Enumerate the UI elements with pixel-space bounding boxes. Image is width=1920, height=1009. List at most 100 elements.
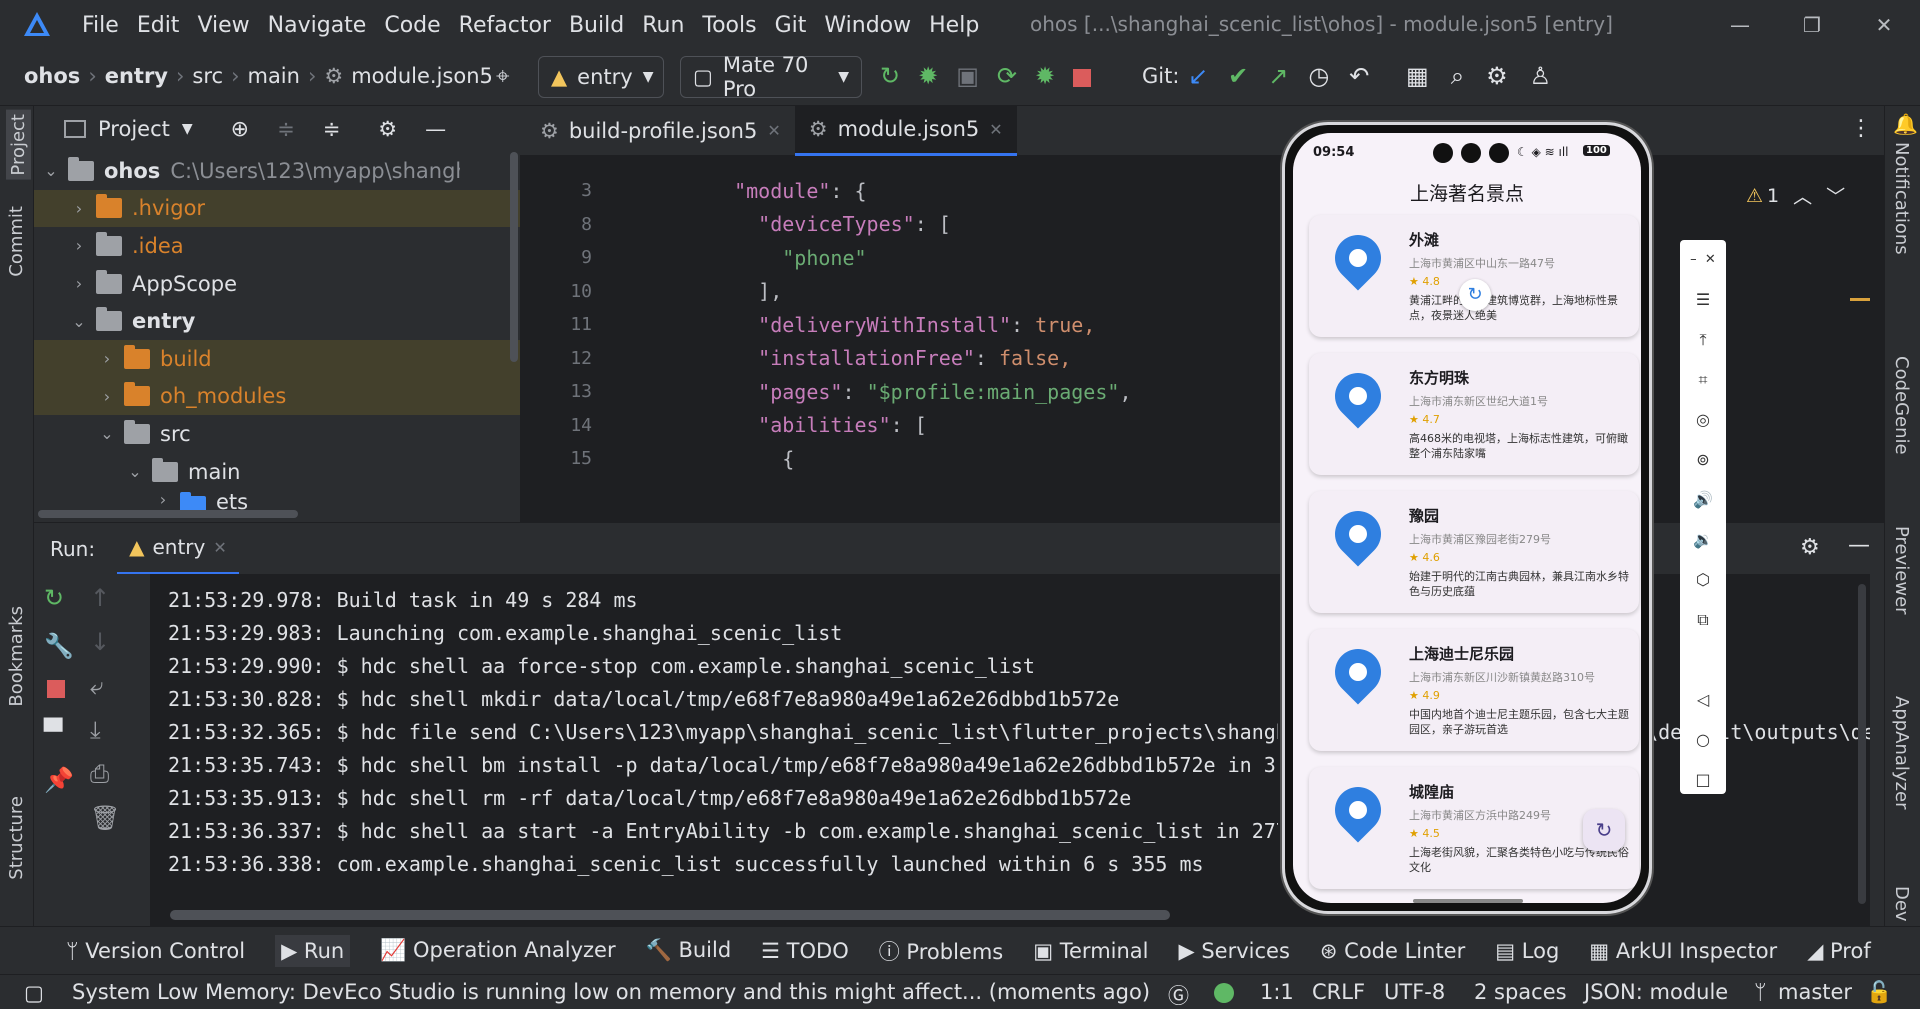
tree-row-idea[interactable]: › .idea	[34, 227, 520, 265]
options-gear-icon[interactable]: ⚙	[378, 117, 397, 141]
console-h-scrollbar[interactable]	[170, 910, 1170, 920]
run-tab-entry[interactable]: ▲ entry ✕	[117, 523, 239, 575]
breadcrumb-src[interactable]: src	[192, 64, 223, 88]
tree-row-root[interactable]: ⌄ ohos C:\Users\123\myapp\shanghai_sc	[34, 152, 520, 190]
git-push-icon[interactable]: ↗	[1268, 62, 1288, 90]
menu-edit[interactable]: Edit	[137, 13, 180, 38]
tree-h-scrollbar[interactable]	[38, 510, 298, 518]
layout-icon[interactable]: ▀	[44, 718, 74, 746]
close-tab-icon[interactable]: ✕	[213, 538, 226, 557]
history-icon[interactable]: ◷	[1308, 62, 1329, 90]
rollback-icon[interactable]: ↶	[1349, 62, 1369, 90]
breadcrumb-file[interactable]: module.json5	[351, 64, 493, 88]
git-update-icon[interactable]: ↙	[1188, 62, 1208, 90]
terminal-button[interactable]: ▣ Terminal	[1033, 939, 1148, 963]
print-icon[interactable]: ⎙	[90, 760, 120, 788]
menu-git[interactable]: Git	[775, 13, 807, 38]
chevron-right-icon[interactable]: ›	[100, 387, 114, 406]
commit-tool-tab[interactable]: Commit	[6, 206, 27, 277]
menu-run[interactable]: Run	[642, 13, 684, 38]
project-view-select[interactable]: Project	[98, 117, 170, 141]
codegenie-status-icon[interactable]: Ⓖ	[1168, 980, 1189, 1009]
breadcrumb-ohos[interactable]: ohos	[24, 64, 80, 88]
volume-up-icon[interactable]: 🔊	[1680, 480, 1726, 520]
tree-row-main[interactable]: ⌄ main	[34, 453, 520, 491]
tab-build-profile[interactable]: ⚙ build-profile.json5 ✕	[526, 106, 795, 156]
stop-icon[interactable]	[47, 680, 65, 698]
emulator-minimize-close-icon[interactable]: – ✕	[1680, 240, 1726, 280]
device-select[interactable]: ▢ Mate 70 Pro ▼	[680, 53, 862, 101]
restore-icon[interactable]: ❐	[1776, 13, 1848, 37]
tab-module-json5[interactable]: ⚙ module.json5 ✕	[794, 105, 1017, 156]
indent-setting[interactable]: 2 spaces	[1474, 980, 1567, 1004]
console-v-scrollbar[interactable]	[1858, 584, 1866, 904]
file-type[interactable]: JSON: module	[1584, 980, 1728, 1004]
chevron-down-icon[interactable]: ▼	[182, 121, 193, 137]
caret-position[interactable]: 1:1	[1260, 980, 1294, 1004]
hide-panel-icon[interactable]: —	[425, 117, 446, 141]
git-branch[interactable]: master	[1778, 980, 1852, 1004]
locate-icon[interactable]: ⌖	[496, 62, 510, 90]
apply-changes-icon[interactable]: ⟳	[997, 62, 1017, 90]
chevron-down-icon[interactable]: ⌄	[128, 462, 142, 481]
account-icon[interactable]: ♙	[1530, 62, 1552, 90]
menu-build[interactable]: Build	[569, 13, 624, 38]
notifications-tool-tab[interactable]: Notifications	[1891, 142, 1912, 255]
tree-row-hvigor[interactable]: › .hvigor	[34, 189, 520, 228]
arrow-up-icon[interactable]: ↑	[90, 584, 120, 612]
stop-icon[interactable]	[1073, 68, 1092, 87]
close-tab-icon[interactable]: ✕	[989, 120, 1002, 139]
recents-icon[interactable]: □	[1680, 760, 1726, 800]
chevron-right-icon[interactable]: ›	[72, 236, 86, 255]
lock-icon[interactable]: 🔓	[1866, 980, 1892, 1005]
back-icon[interactable]: ◁	[1680, 680, 1726, 720]
close-tab-icon[interactable]: ✕	[767, 121, 780, 140]
menu-file[interactable]: File	[82, 13, 119, 38]
previewer-tool-tab[interactable]: Previewer	[1891, 526, 1912, 615]
scenic-card[interactable]: 东方明珠 上海市浦东新区世纪大道1号 ★ 4.7 高468米的电视塔，上海标志性…	[1309, 353, 1639, 475]
device-tool-tab[interactable]: Dev	[1891, 886, 1912, 926]
search-icon[interactable]: ⌕	[1451, 62, 1464, 90]
home-indicator[interactable]	[1413, 899, 1523, 903]
rotate-icon[interactable]: ◎	[1680, 400, 1726, 440]
profiler-button[interactable]: ◢ Prof	[1807, 939, 1871, 963]
build-tool-button[interactable]: 🔨 Build	[646, 938, 732, 963]
breadcrumb-entry[interactable]: entry	[105, 64, 168, 88]
crop-icon[interactable]: ⌗	[1680, 360, 1726, 400]
git-commit-icon[interactable]: ✔	[1228, 62, 1248, 90]
tree-row-src[interactable]: ⌄ src	[34, 415, 520, 453]
file-encoding[interactable]: UTF-8	[1384, 980, 1445, 1004]
arkui-inspector-button[interactable]: ▦ ArkUI Inspector	[1589, 939, 1777, 963]
bookmarks-tool-tab[interactable]: Bookmarks	[6, 606, 27, 707]
pin-icon[interactable]: 📌	[44, 766, 74, 794]
menu-code[interactable]: Code	[384, 13, 440, 38]
menu-help[interactable]: Help	[929, 13, 979, 38]
chevron-right-icon[interactable]: ›	[156, 490, 170, 509]
tree-row-oh-modules[interactable]: › oh_modules	[34, 377, 520, 416]
run-settings-gear-icon[interactable]: ⚙	[1800, 535, 1820, 560]
operation-analyzer-button[interactable]: 📈 Operation Analyzer	[380, 938, 615, 963]
log-button[interactable]: ▤ Log	[1495, 939, 1559, 963]
tree-row-appscope[interactable]: › AppScope	[34, 265, 520, 303]
chevron-right-icon[interactable]: ›	[100, 349, 114, 368]
collapse-all-icon[interactable]: ≑	[323, 117, 341, 141]
soft-wrap-icon[interactable]: ⤶	[90, 672, 120, 700]
structure-tool-tab[interactable]: Structure	[6, 796, 27, 880]
line-separator[interactable]: CRLF	[1312, 980, 1365, 1004]
problems-button[interactable]: ⓘ Problems	[879, 936, 1003, 966]
screenshot-icon[interactable]: ⧉	[1680, 600, 1726, 640]
scenic-card[interactable]: 外滩 上海市黄浦区中山东一路47号 ★ 4.8 黄浦江畔的万国建筑博览群，上海地…	[1309, 215, 1639, 337]
pin-top-icon[interactable]: ⤒	[1680, 320, 1726, 360]
profile-icon[interactable]: ✹	[1035, 62, 1055, 90]
chevron-right-icon[interactable]: ›	[72, 199, 86, 218]
tree-row-ets[interactable]: › ets	[34, 490, 520, 511]
scenic-card[interactable]: 上海迪士尼乐园 上海市浦东新区川沙新镇黄赵路310号 ★ 4.9 中国内地首个迪…	[1309, 629, 1639, 751]
chevron-down-icon[interactable]: ⌄	[44, 161, 58, 180]
run-config-select[interactable]: ▲ entry ▼	[538, 56, 664, 98]
more-tabs-icon[interactable]: ⋮	[1850, 116, 1872, 141]
run-tool-button[interactable]: ▶ Run	[275, 934, 351, 967]
scenic-card[interactable]: 豫园 上海市黄浦区豫园老街279号 ★ 4.6 始建于明代的江南古典园林，兼具江…	[1309, 491, 1639, 613]
expand-all-icon[interactable]: ≑	[277, 117, 295, 141]
panel-toggle-icon[interactable]: ▢	[24, 981, 44, 1005]
hide-panel-icon[interactable]: —	[1848, 533, 1870, 558]
